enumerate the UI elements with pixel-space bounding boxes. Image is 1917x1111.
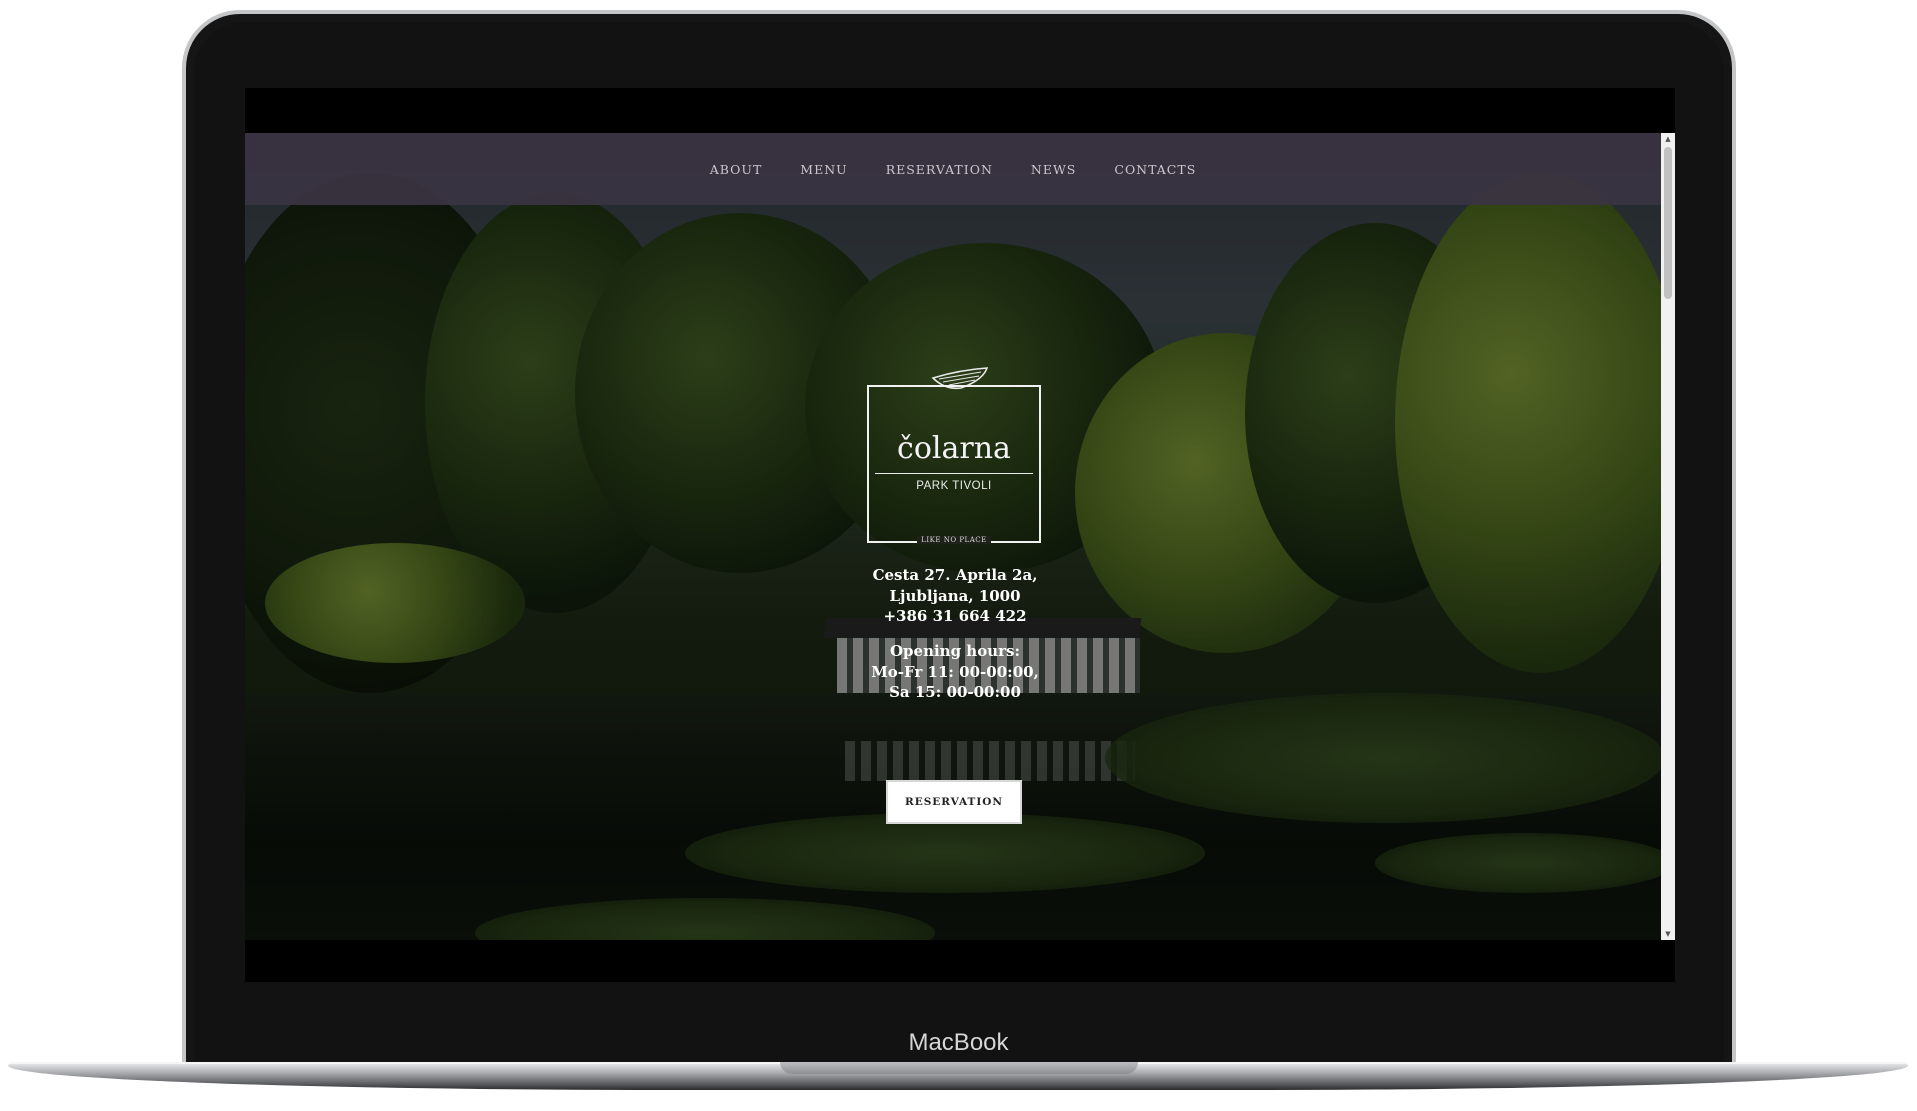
scrollbar-thumb[interactable] [1664, 147, 1672, 299]
device-brand-label: MacBook [908, 1029, 1009, 1056]
reservation-button[interactable]: RESERVATION [886, 780, 1022, 824]
logo-name: čolarna [897, 431, 1011, 466]
logo-subtitle: PARK TIVOLI [916, 480, 992, 492]
nav-item-news[interactable]: NEWS [1031, 162, 1076, 177]
scroll-down-arrow-icon[interactable]: ▼ [1661, 928, 1675, 940]
top-navigation-bar: ABOUT MENU RESERVATION NEWS CONTACTS [245, 133, 1661, 205]
laptop-hinge-notch [780, 1062, 1138, 1074]
nav-item-reservation[interactable]: RESERVATION [886, 162, 993, 177]
opening-hours-weekdays: Mo-Fr 11: 00-00:00, [871, 662, 1039, 681]
address-city: Ljubljana, 1000 [889, 586, 1021, 605]
opening-hours-block: Opening hours: Mo-Fr 11: 00-00:00, Sa 15… [805, 641, 1105, 703]
address-block: Cesta 27. Aprila 2a, Ljubljana, 1000 +38… [805, 565, 1105, 627]
opening-hours-saturday: Sa 15: 00-00:00 [889, 683, 1021, 701]
page-scrollbar[interactable]: ▲ ▼ [1661, 133, 1675, 940]
opening-hours-title: Opening hours: [889, 642, 1021, 660]
logo-frame: čolarna PARK TIVOLI LIKE NO PLACE [867, 385, 1041, 544]
scroll-up-arrow-icon[interactable]: ▲ [1661, 133, 1675, 145]
web-page-viewport: ABOUT MENU RESERVATION NEWS CONTACTS čol… [245, 133, 1675, 940]
logo-tagline: LIKE NO PLACE [917, 536, 991, 544]
phone-number: +386 31 664 422 [883, 607, 1027, 625]
nav-item-about[interactable]: ABOUT [710, 162, 763, 177]
nav-item-menu[interactable]: MENU [800, 162, 847, 177]
nav-menu: ABOUT MENU RESERVATION NEWS CONTACTS [245, 133, 1661, 205]
nav-item-contacts[interactable]: CONTACTS [1114, 162, 1196, 177]
logo-divider [875, 473, 1033, 474]
browser-screen: ABOUT MENU RESERVATION NEWS CONTACTS čol… [245, 88, 1675, 982]
address-street: Cesta 27. Aprila 2a, [872, 566, 1038, 584]
macbook-mockup: ABOUT MENU RESERVATION NEWS CONTACTS čol… [0, 0, 1917, 1111]
